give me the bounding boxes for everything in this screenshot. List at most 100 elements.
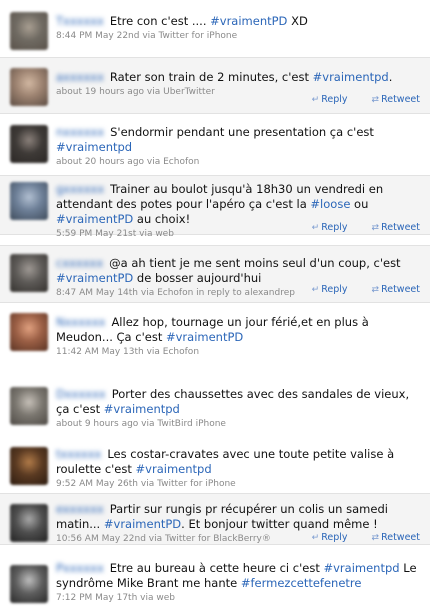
author-name[interactable]: Nxxxxxx bbox=[56, 315, 105, 330]
tweet-actions: ↵ Reply ⇄ Retweet bbox=[288, 284, 420, 295]
hashtag-link[interactable]: #vraimentpd bbox=[313, 70, 389, 84]
retweet-label: Retweet bbox=[381, 532, 420, 543]
avatar[interactable] bbox=[10, 504, 48, 542]
retweet-button[interactable]: ⇄ Retweet bbox=[360, 222, 420, 233]
retweet-icon: ⇄ bbox=[371, 285, 380, 295]
avatar[interactable] bbox=[10, 313, 48, 351]
author-name[interactable]: Txxxxxx bbox=[56, 14, 104, 29]
reply-button[interactable]: ↵ Reply bbox=[300, 532, 348, 543]
author-name[interactable]: exxxxxx bbox=[56, 502, 104, 517]
tweet-text-segment: . Et bonjour twitter quand même ! bbox=[181, 517, 378, 531]
tweet-text-segment: Les costar-cravates avec une toute petit… bbox=[56, 447, 395, 476]
retweet-icon: ⇄ bbox=[371, 223, 380, 233]
tweet-text-segment: @a ah tient je me sent moins seul d'un c… bbox=[109, 256, 401, 270]
tweet-text: Pxxxxxx Etre au bureau à cette heure ci c… bbox=[56, 561, 422, 591]
tweet-item: Dxxxxxx Porter des chaussettes avec des s… bbox=[0, 383, 430, 433]
hashtag-link[interactable]: #vraimentPD bbox=[56, 212, 133, 226]
tweet-item: txxxxxx Les costar-cravates avec une tout… bbox=[0, 441, 430, 491]
author-name[interactable]: cxxxxxx bbox=[56, 256, 103, 271]
tweet-text: Dxxxxxx Porter des chaussettes avec des s… bbox=[56, 387, 422, 417]
tweet-item: axxxxxx Rater son train de 2 minutes, c'e… bbox=[0, 57, 430, 114]
tweet-item: gxxxxxx Trainer au boulot jusqu'à 18h30 u… bbox=[0, 175, 430, 239]
tweet-text: axxxxxx Rater son train de 2 minutes, c'e… bbox=[56, 70, 422, 85]
reply-button[interactable]: ↵ Reply bbox=[300, 222, 348, 233]
tweet-text: Txxxxxx Etre con c'est .... #vraimentPD X… bbox=[56, 14, 422, 29]
tweet-text-segment: XD bbox=[287, 14, 308, 28]
retweet-label: Retweet bbox=[381, 94, 420, 105]
reply-icon: ↵ bbox=[311, 223, 320, 233]
tweet-meta: 8:44 PM May 22nd via Twitter for iPhone bbox=[56, 31, 238, 41]
tweet-actions: ↵ Reply ⇄ Retweet bbox=[288, 532, 420, 543]
tweet-meta: 7:12 PM May 17th via web bbox=[56, 593, 175, 603]
tweet-body: nxxxxxx S'endormir pendant une presentati… bbox=[56, 125, 422, 168]
tweet-text-segment: S'endormir pendant une presentation ça c… bbox=[110, 125, 374, 139]
avatar[interactable] bbox=[10, 254, 48, 292]
hashtag-link[interactable]: #loose bbox=[310, 197, 350, 211]
retweet-button[interactable]: ⇄ Retweet bbox=[360, 532, 420, 543]
avatar[interactable] bbox=[10, 447, 48, 485]
tweet-text-segment: Rater son train de 2 minutes, c'est bbox=[109, 70, 313, 84]
hashtag-link[interactable]: #vraimentPD bbox=[210, 14, 287, 28]
hashtag-link[interactable]: #vraimentpd bbox=[104, 402, 180, 416]
tweet-text-segment: de bosser aujourd'hui bbox=[133, 271, 262, 285]
tweet-item: Txxxxxx Etre con c'est .... #vraimentPD X… bbox=[0, 0, 430, 52]
tweet-meta: 9:52 AM May 26th via Twitter for iPhone bbox=[56, 479, 236, 489]
tweet-text-segment: Etre con c'est .... bbox=[109, 14, 211, 28]
retweet-label: Retweet bbox=[381, 284, 420, 295]
hashtag-link[interactable]: #vraimentPD bbox=[104, 517, 181, 531]
tweet-feed: Txxxxxx Etre con c'est .... #vraimentPD X… bbox=[0, 0, 430, 613]
retweet-button[interactable]: ⇄ Retweet bbox=[360, 94, 420, 105]
reply-label: Reply bbox=[321, 94, 348, 105]
hashtag-link[interactable]: #fermezcettefenetre bbox=[241, 576, 362, 590]
reply-button[interactable]: ↵ Reply bbox=[300, 94, 348, 105]
author-name[interactable]: Pxxxxxx bbox=[56, 561, 104, 576]
reply-icon: ↵ bbox=[311, 533, 320, 543]
author-name[interactable]: nxxxxxx bbox=[56, 125, 104, 140]
avatar[interactable] bbox=[10, 12, 48, 50]
hashtag-link[interactable]: #vraimentpd bbox=[56, 140, 132, 154]
avatar[interactable] bbox=[10, 387, 48, 425]
tweet-text: txxxxxx Les costar-cravates avec une tout… bbox=[56, 447, 422, 477]
avatar[interactable] bbox=[10, 565, 48, 603]
tweet-item: Pxxxxxx Etre au bureau à cette heure ci c… bbox=[0, 555, 430, 613]
tweet-item: cxxxxxx @a ah tient je me sent moins seul… bbox=[0, 245, 430, 303]
reply-button[interactable]: ↵ Reply bbox=[300, 284, 348, 295]
author-name[interactable]: Dxxxxxx bbox=[56, 387, 106, 402]
reply-label: Reply bbox=[321, 532, 348, 543]
reply-label: Reply bbox=[321, 222, 348, 233]
tweet-text: Nxxxxxx Allez hop, tournage un jour férié… bbox=[56, 315, 422, 345]
tweet-meta: about 20 hours ago via Echofon bbox=[56, 157, 200, 167]
author-name[interactable]: gxxxxxx bbox=[56, 182, 104, 197]
tweet-body: Txxxxxx Etre con c'est .... #vraimentPD X… bbox=[56, 14, 422, 42]
tweet-meta: 11:42 AM May 13th via Echofon bbox=[56, 347, 200, 357]
retweet-label: Retweet bbox=[381, 222, 420, 233]
hashtag-link[interactable]: #vraimentPD bbox=[56, 271, 133, 285]
tweet-item: Nxxxxxx Allez hop, tournage un jour férié… bbox=[0, 305, 430, 358]
hashtag-link[interactable]: #vraimentpd bbox=[323, 561, 399, 575]
retweet-button[interactable]: ⇄ Retweet bbox=[360, 284, 420, 295]
retweet-icon: ⇄ bbox=[371, 533, 380, 543]
avatar[interactable] bbox=[10, 182, 48, 220]
retweet-icon: ⇄ bbox=[371, 95, 380, 105]
tweet-item: exxxxxx Partir sur rungis pr récupérer un… bbox=[0, 493, 430, 545]
reply-icon: ↵ bbox=[311, 285, 320, 295]
avatar[interactable] bbox=[10, 68, 48, 106]
tweet-text: nxxxxxx S'endormir pendant une presentati… bbox=[56, 125, 422, 155]
tweet-text-segment: ou bbox=[350, 197, 369, 211]
tweet-text-segment: au choix! bbox=[133, 212, 191, 226]
tweet-body: Nxxxxxx Allez hop, tournage un jour férié… bbox=[56, 315, 422, 358]
hashtag-link[interactable]: #vraimentpd bbox=[136, 462, 212, 476]
author-name[interactable]: axxxxxx bbox=[56, 70, 104, 85]
tweet-body: Pxxxxxx Etre au bureau à cette heure ci c… bbox=[56, 561, 422, 604]
tweet-text: gxxxxxx Trainer au boulot jusqu'à 18h30 u… bbox=[56, 182, 422, 227]
author-name[interactable]: txxxxxx bbox=[56, 447, 101, 462]
hashtag-link[interactable]: #vraimentPD bbox=[166, 330, 243, 344]
tweet-text: cxxxxxx @a ah tient je me sent moins seul… bbox=[56, 256, 422, 286]
tweet-text-segment: Etre au bureau à cette heure ci c'est bbox=[109, 561, 324, 575]
tweet-actions: ↵ Reply ⇄ Retweet bbox=[288, 222, 420, 233]
avatar[interactable] bbox=[10, 125, 48, 163]
tweet-actions: ↵ Reply ⇄ Retweet bbox=[288, 94, 420, 105]
tweet-meta: about 9 hours ago via TwitBird iPhone bbox=[56, 419, 226, 429]
tweet-item: nxxxxxx S'endormir pendant une presentati… bbox=[0, 117, 430, 173]
reply-icon: ↵ bbox=[311, 95, 320, 105]
